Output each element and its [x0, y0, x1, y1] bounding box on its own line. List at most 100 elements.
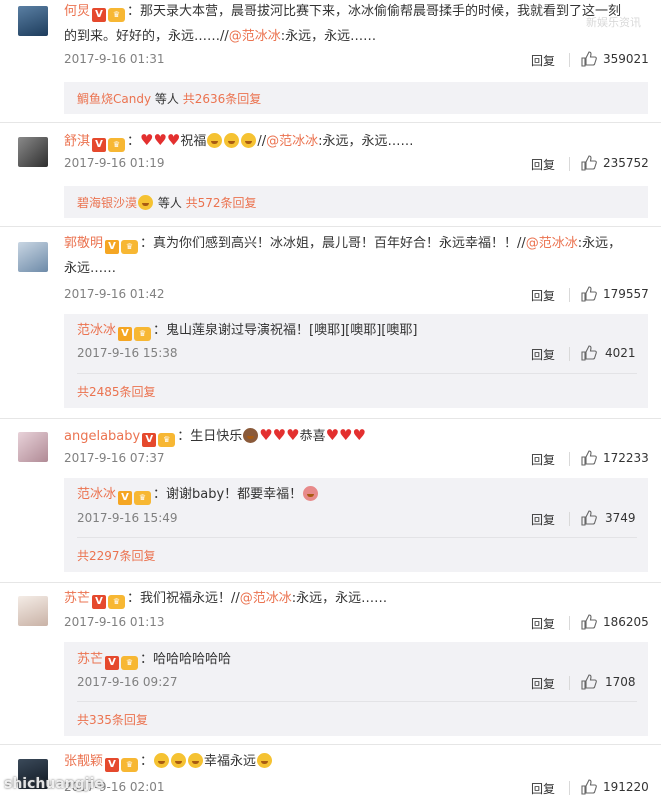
- user-name[interactable]: 舒淇: [64, 134, 90, 149]
- emoji-icon: [154, 753, 170, 768]
- verified-badge: V: [92, 8, 107, 22]
- user-name[interactable]: angelababy: [64, 429, 140, 444]
- crown-icon: ♛: [134, 327, 152, 341]
- thumbs-up-icon[interactable]: [581, 674, 597, 690]
- crown-icon: ♛: [108, 8, 126, 22]
- emoji-icon: [171, 753, 187, 768]
- reply-button[interactable]: 回复: [531, 287, 555, 304]
- thumbs-up-icon[interactable]: [581, 510, 597, 526]
- avatar[interactable]: [18, 242, 48, 272]
- crown-icon: ♛: [121, 240, 139, 254]
- verified-badge: V: [142, 433, 157, 447]
- verified-badge: V: [105, 240, 120, 254]
- reply-more-link[interactable]: 共2485条回复: [77, 383, 156, 400]
- timestamp: 2017-9-16 01:19: [64, 156, 165, 170]
- heart-icon: ♥♥♥: [259, 426, 300, 444]
- avatar[interactable]: [18, 432, 48, 462]
- crown-icon: ♛: [108, 138, 126, 152]
- reply-button[interactable]: 回复: [531, 451, 555, 468]
- heart-icon: ♥♥♥: [140, 131, 181, 149]
- avatar[interactable]: [18, 6, 48, 36]
- like-count: 179557: [603, 287, 649, 301]
- emoji-icon: [138, 195, 154, 210]
- comment-text: angelababy V ♛ ：生日快乐 ♥♥♥恭喜♥♥♥: [64, 426, 366, 447]
- comment-text: 郭敬明 V ♛ ：真为你们感到高兴！冰冰姐，晨儿哥！百年好合！永远幸福！！//@范冰冰…: [64, 236, 622, 254]
- like-count: 235752: [603, 156, 649, 170]
- mention-link[interactable]: @范冰冰: [240, 591, 292, 606]
- emoji-icon: [224, 133, 240, 148]
- verified-badge: V: [92, 138, 107, 152]
- comment-text-line2: 永远……: [64, 261, 117, 276]
- crown-icon: ♛: [121, 656, 139, 670]
- verified-badge: V: [92, 595, 107, 609]
- like-count: 186205: [603, 615, 649, 629]
- avatar[interactable]: [18, 596, 48, 626]
- crown-icon: ♛: [108, 595, 126, 609]
- comment-text-line2: 的到来。好好的，永远……//@范冰冰:永远，永远……: [64, 29, 377, 44]
- sub-reply-text: 范冰冰 V ♛ ：谢谢baby！都要幸福！: [77, 484, 319, 506]
- thumbs-up-icon[interactable]: [581, 286, 597, 302]
- like-count: 3749: [605, 511, 636, 525]
- verified-badge: V: [118, 327, 133, 341]
- verified-badge: V: [105, 758, 120, 772]
- sub-reply-text: 苏芒 V ♛ ：哈哈哈哈哈哈: [77, 652, 232, 670]
- thumbs-up-icon[interactable]: [581, 450, 597, 466]
- emoji-icon: [207, 133, 223, 148]
- user-name[interactable]: 范冰冰: [77, 323, 116, 338]
- reply-more-link[interactable]: 共2297条回复: [77, 547, 156, 564]
- user-name[interactable]: 何炅: [64, 4, 90, 19]
- sub-reply-text: 范冰冰 V ♛ ：鬼山莲泉谢过导演祝福！[噢耶][噢耶][噢耶]: [77, 323, 418, 341]
- like-count: 191220: [603, 780, 649, 794]
- thumbs-up-icon[interactable]: [581, 51, 597, 67]
- reply-button[interactable]: 回复: [531, 675, 555, 692]
- thumbs-up-icon[interactable]: [581, 345, 597, 361]
- reply-more-link[interactable]: 鲷鱼烧Candy 等人 共2636条回复: [77, 90, 261, 107]
- crown-icon: ♛: [134, 491, 152, 505]
- user-name[interactable]: 苏芒: [64, 591, 90, 606]
- user-name[interactable]: 苏芒: [77, 652, 103, 667]
- reply-button[interactable]: 回复: [531, 156, 555, 173]
- reply-button[interactable]: 回复: [531, 511, 555, 528]
- heart-icon: ♥♥♥: [325, 426, 366, 444]
- comment-text: 何炅 V ♛ ：那天录大本营，晨哥拔河比赛下来，冰冰偷偷帮晨哥揉手的时候，我就看到了这…: [64, 4, 622, 22]
- timestamp: 2017-9-16 15:38: [77, 346, 178, 360]
- timestamp: 2017-9-16 01:13: [64, 615, 165, 629]
- emoji-icon: [241, 133, 257, 148]
- reply-more-link[interactable]: 碧海银沙漠 等人 共572条回复: [77, 194, 257, 211]
- verified-badge: V: [105, 656, 120, 670]
- like-count: 172233: [603, 451, 649, 465]
- comment-text: 张靓颖 V ♛：幸福永远: [64, 751, 273, 773]
- mention-link[interactable]: @范冰冰: [526, 236, 578, 251]
- timestamp: 2017-9-16 07:37: [64, 451, 165, 465]
- watermark-bottom: shichuangjie: [4, 776, 104, 792]
- like-count: 4021: [605, 346, 636, 360]
- like-count: 359021: [603, 52, 649, 66]
- mention-link[interactable]: @范冰冰: [229, 29, 281, 44]
- emoji-icon: [188, 753, 204, 768]
- reply-button[interactable]: 回复: [531, 780, 555, 797]
- reply-button[interactable]: 回复: [531, 52, 555, 69]
- emoji-icon: [303, 486, 319, 501]
- crown-icon: ♛: [121, 758, 139, 772]
- thumbs-up-icon[interactable]: [581, 614, 597, 630]
- cake-icon: [243, 428, 259, 443]
- mention-link[interactable]: @范冰冰: [266, 134, 318, 149]
- reply-more-link[interactable]: 共335条回复: [77, 711, 148, 728]
- timestamp: 2017-9-16 01:31: [64, 52, 165, 66]
- timestamp: 2017-9-16 15:49: [77, 511, 178, 525]
- user-name[interactable]: 郭敬明: [64, 236, 103, 251]
- comment-text: 舒淇 V ♛ ：♥♥♥祝福//@范冰冰:永远，永远……: [64, 131, 414, 152]
- verified-badge: V: [118, 491, 133, 505]
- thumbs-up-icon[interactable]: [581, 779, 597, 795]
- emoji-icon: [257, 753, 273, 768]
- user-name[interactable]: 范冰冰: [77, 487, 116, 502]
- reply-button[interactable]: 回复: [531, 346, 555, 363]
- user-name[interactable]: 张靓颖: [64, 754, 103, 769]
- timestamp: 2017-9-16 09:27: [77, 675, 178, 689]
- like-count: 1708: [605, 675, 636, 689]
- reply-button[interactable]: 回复: [531, 615, 555, 632]
- crown-icon: ♛: [158, 433, 176, 447]
- comment-text: 苏芒 V ♛ ：我们祝福永远！//@范冰冰:永远，永远……: [64, 591, 388, 609]
- thumbs-up-icon[interactable]: [581, 155, 597, 171]
- avatar[interactable]: [18, 137, 48, 167]
